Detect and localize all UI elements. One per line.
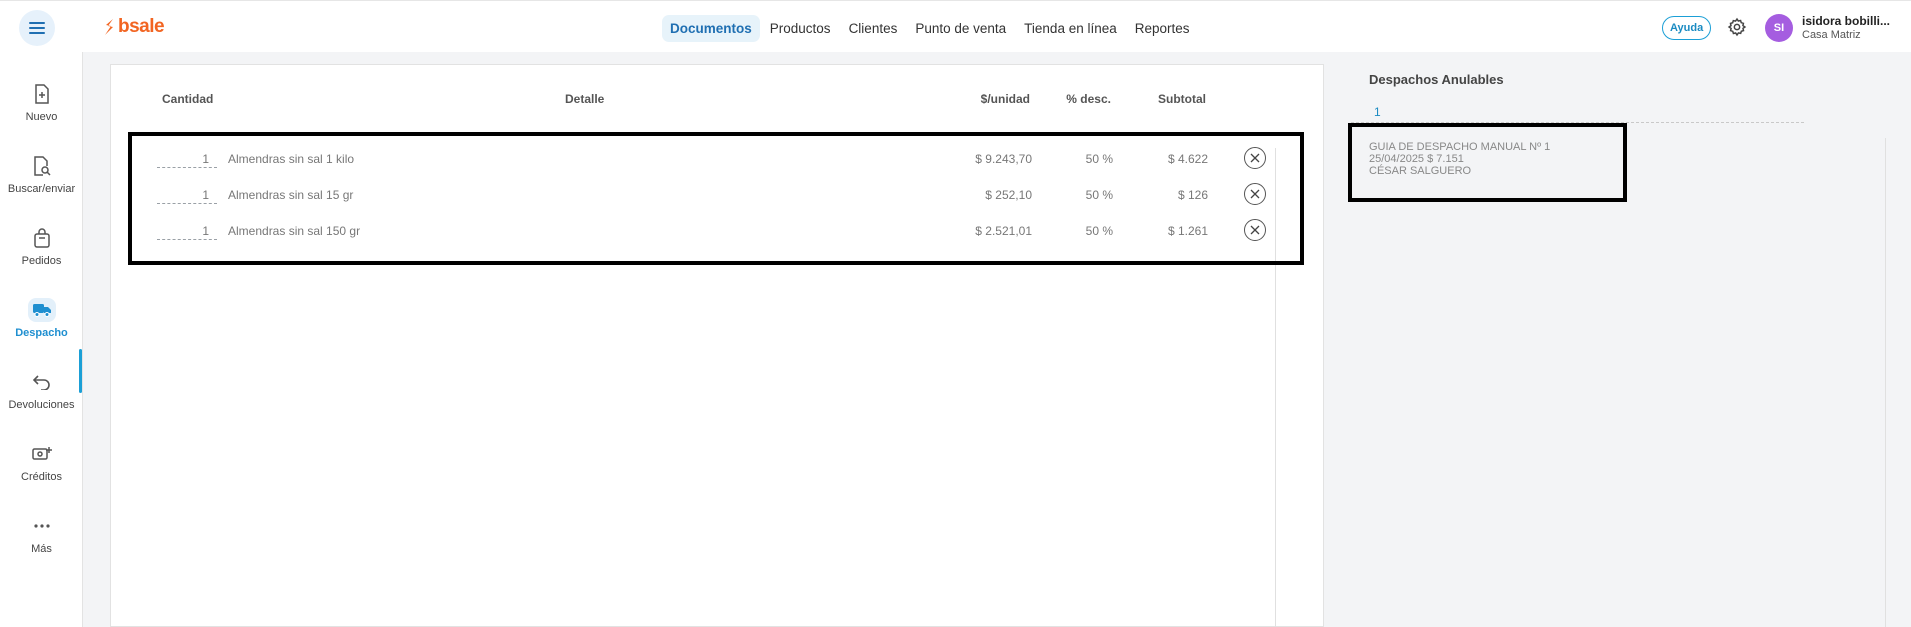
right-panel-border xyxy=(1885,138,1886,627)
nav-reportes[interactable]: Reportes xyxy=(1127,15,1198,42)
nav-documentos[interactable]: Documentos xyxy=(662,14,760,42)
settings-button[interactable] xyxy=(1727,17,1747,37)
column-header-cantidad: Cantidad xyxy=(162,92,214,106)
sidebar-item-nuevo[interactable]: Nuevo xyxy=(0,82,83,138)
sidebar-item-buscar-enviar[interactable]: Buscar/enviar xyxy=(0,154,83,210)
return-arrow-icon xyxy=(32,375,50,390)
main-nav: Documentos Productos Clientes Punto de v… xyxy=(662,13,1198,43)
gear-icon xyxy=(1727,17,1747,37)
search-document-icon xyxy=(33,156,51,176)
nav-productos[interactable]: Productos xyxy=(762,15,839,42)
nav-clientes[interactable]: Clientes xyxy=(841,15,906,42)
bsale-logo[interactable]: bsale xyxy=(103,16,165,38)
hamburger-menu-button[interactable] xyxy=(19,10,55,46)
sidebar-active-indicator xyxy=(79,349,82,393)
voidable-dispatches-title: Despachos Anulables xyxy=(1369,72,1504,87)
sidebar-item-label: Despacho xyxy=(15,327,68,339)
sidebar-item-label: Pedidos xyxy=(21,255,62,267)
help-button[interactable]: Ayuda xyxy=(1662,16,1712,40)
sidebar-item-pedidos[interactable]: Pedidos xyxy=(0,226,83,282)
sidebar-item-label: Créditos xyxy=(21,471,62,483)
dispatch-date-amount: 25/04/2025 $ 7.151 xyxy=(1369,153,1464,165)
column-header-subtotal: Subtotal xyxy=(1158,92,1206,106)
user-branch: Casa Matriz xyxy=(1802,29,1861,41)
sidebar-item-devoluciones[interactable]: Devoluciones xyxy=(0,370,83,426)
shopping-bag-icon xyxy=(33,228,50,248)
bsale-logo-text: bsale xyxy=(118,16,165,37)
dispatch-document: GUIA DE DESPACHO MANUAL Nº 1 xyxy=(1369,141,1551,153)
dispatch-client: CÉSAR SALGUERO xyxy=(1369,165,1472,177)
page-tab-1[interactable]: 1 xyxy=(1374,105,1381,119)
column-header-unit-price: $/unidad xyxy=(980,92,1030,106)
sidebar-item-label: Más xyxy=(31,543,52,555)
sidebar-item-label: Nuevo xyxy=(25,111,58,123)
sidebar-item-mas[interactable]: Más xyxy=(0,514,83,570)
sidebar-item-label: Buscar/enviar xyxy=(7,183,76,195)
user-avatar[interactable]: SI xyxy=(1765,14,1793,42)
column-header-discount: % desc. xyxy=(1066,92,1111,106)
truck-icon xyxy=(32,304,51,317)
dispatch-card[interactable]: GUIA DE DESPACHO MANUAL Nº 1 25/04/2025 … xyxy=(1348,123,1627,202)
sidebar-item-despacho[interactable]: Despacho xyxy=(0,298,83,354)
sidebar-item-label: Devoluciones xyxy=(8,399,75,411)
nav-tienda-en-linea[interactable]: Tienda en línea xyxy=(1016,15,1125,42)
more-dots-icon xyxy=(33,524,50,528)
items-highlight-box xyxy=(128,132,1304,265)
nav-punto-de-venta[interactable]: Punto de venta xyxy=(907,15,1014,42)
new-document-icon xyxy=(34,84,49,104)
top-bar: bsale Documentos Productos Clientes Punt… xyxy=(0,0,1911,52)
sidebar-item-creditos[interactable]: Créditos xyxy=(0,442,83,498)
user-name[interactable]: isidora bobilli... xyxy=(1802,14,1890,28)
sidebar: Nuevo Buscar/enviar Pedidos Despacho Dev… xyxy=(0,52,83,627)
hamburger-icon xyxy=(29,22,45,34)
money-plus-icon xyxy=(31,447,52,460)
bsale-logo-icon xyxy=(105,19,113,35)
column-header-detalle: Detalle xyxy=(565,92,605,106)
